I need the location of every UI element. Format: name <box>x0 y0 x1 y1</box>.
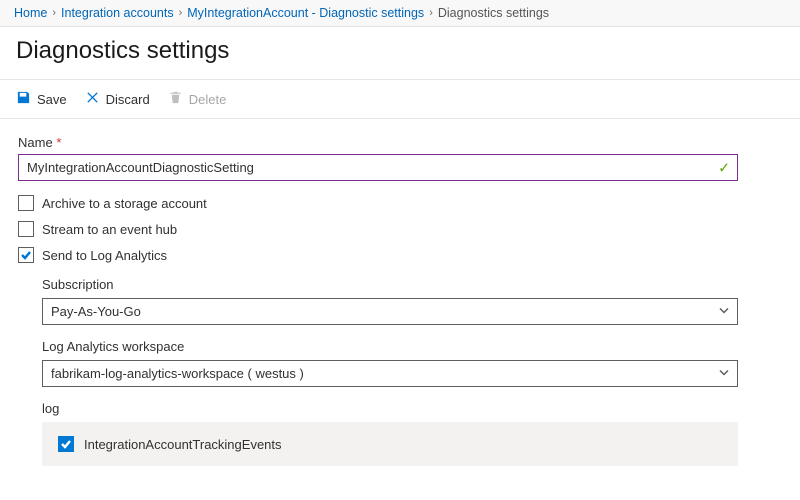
send-log-label: Send to Log Analytics <box>42 248 167 263</box>
log-analytics-section: Subscription Pay-As-You-Go Log Analytics… <box>42 277 782 416</box>
name-label: Name * <box>18 135 782 150</box>
chevron-right-icon: › <box>429 7 433 19</box>
log-category-label: IntegrationAccountTrackingEvents <box>84 437 282 452</box>
save-label: Save <box>37 92 67 107</box>
trash-icon <box>168 90 183 108</box>
save-icon <box>16 90 31 108</box>
save-button[interactable]: Save <box>16 88 67 110</box>
discard-button[interactable]: Discard <box>85 88 150 110</box>
send-log-checkbox[interactable] <box>18 247 34 263</box>
log-section-label: log <box>42 401 782 416</box>
workspace-label: Log Analytics workspace <box>42 339 782 354</box>
name-input-wrap: ✓ <box>18 154 738 181</box>
page-title: Diagnostics settings <box>0 27 800 79</box>
breadcrumb-home[interactable]: Home <box>14 6 47 20</box>
toolbar: Save Discard Delete <box>0 79 800 119</box>
delete-button: Delete <box>168 88 227 110</box>
form: Name * ✓ Archive to a storage account St… <box>0 119 800 476</box>
check-icon: ✓ <box>718 159 730 176</box>
archive-label: Archive to a storage account <box>42 196 207 211</box>
breadcrumb-integration-accounts[interactable]: Integration accounts <box>61 6 174 20</box>
close-icon <box>85 90 100 108</box>
workspace-select[interactable]: fabrikam-log-analytics-workspace ( westu… <box>42 360 738 387</box>
discard-label: Discard <box>106 92 150 107</box>
subscription-label: Subscription <box>42 277 782 292</box>
required-asterisk: * <box>56 135 61 150</box>
stream-label: Stream to an event hub <box>42 222 177 237</box>
subscription-select[interactable]: Pay-As-You-Go <box>42 298 738 325</box>
breadcrumb-account-diag[interactable]: MyIntegrationAccount - Diagnostic settin… <box>187 6 424 20</box>
log-category-checkbox[interactable] <box>58 436 74 452</box>
chevron-right-icon: › <box>52 7 56 19</box>
chevron-right-icon: › <box>179 7 183 19</box>
name-input[interactable] <box>18 154 738 181</box>
breadcrumb-current: Diagnostics settings <box>438 6 549 20</box>
name-label-text: Name <box>18 135 53 150</box>
log-category-box: IntegrationAccountTrackingEvents <box>42 422 738 466</box>
subscription-select-wrap: Pay-As-You-Go <box>42 298 738 325</box>
stream-checkbox[interactable] <box>18 221 34 237</box>
archive-checkbox[interactable] <box>18 195 34 211</box>
send-log-row: Send to Log Analytics <box>18 247 782 263</box>
workspace-select-wrap: fabrikam-log-analytics-workspace ( westu… <box>42 360 738 387</box>
archive-row: Archive to a storage account <box>18 195 782 211</box>
delete-label: Delete <box>189 92 227 107</box>
breadcrumb: Home › Integration accounts › MyIntegrat… <box>0 0 800 27</box>
stream-row: Stream to an event hub <box>18 221 782 237</box>
